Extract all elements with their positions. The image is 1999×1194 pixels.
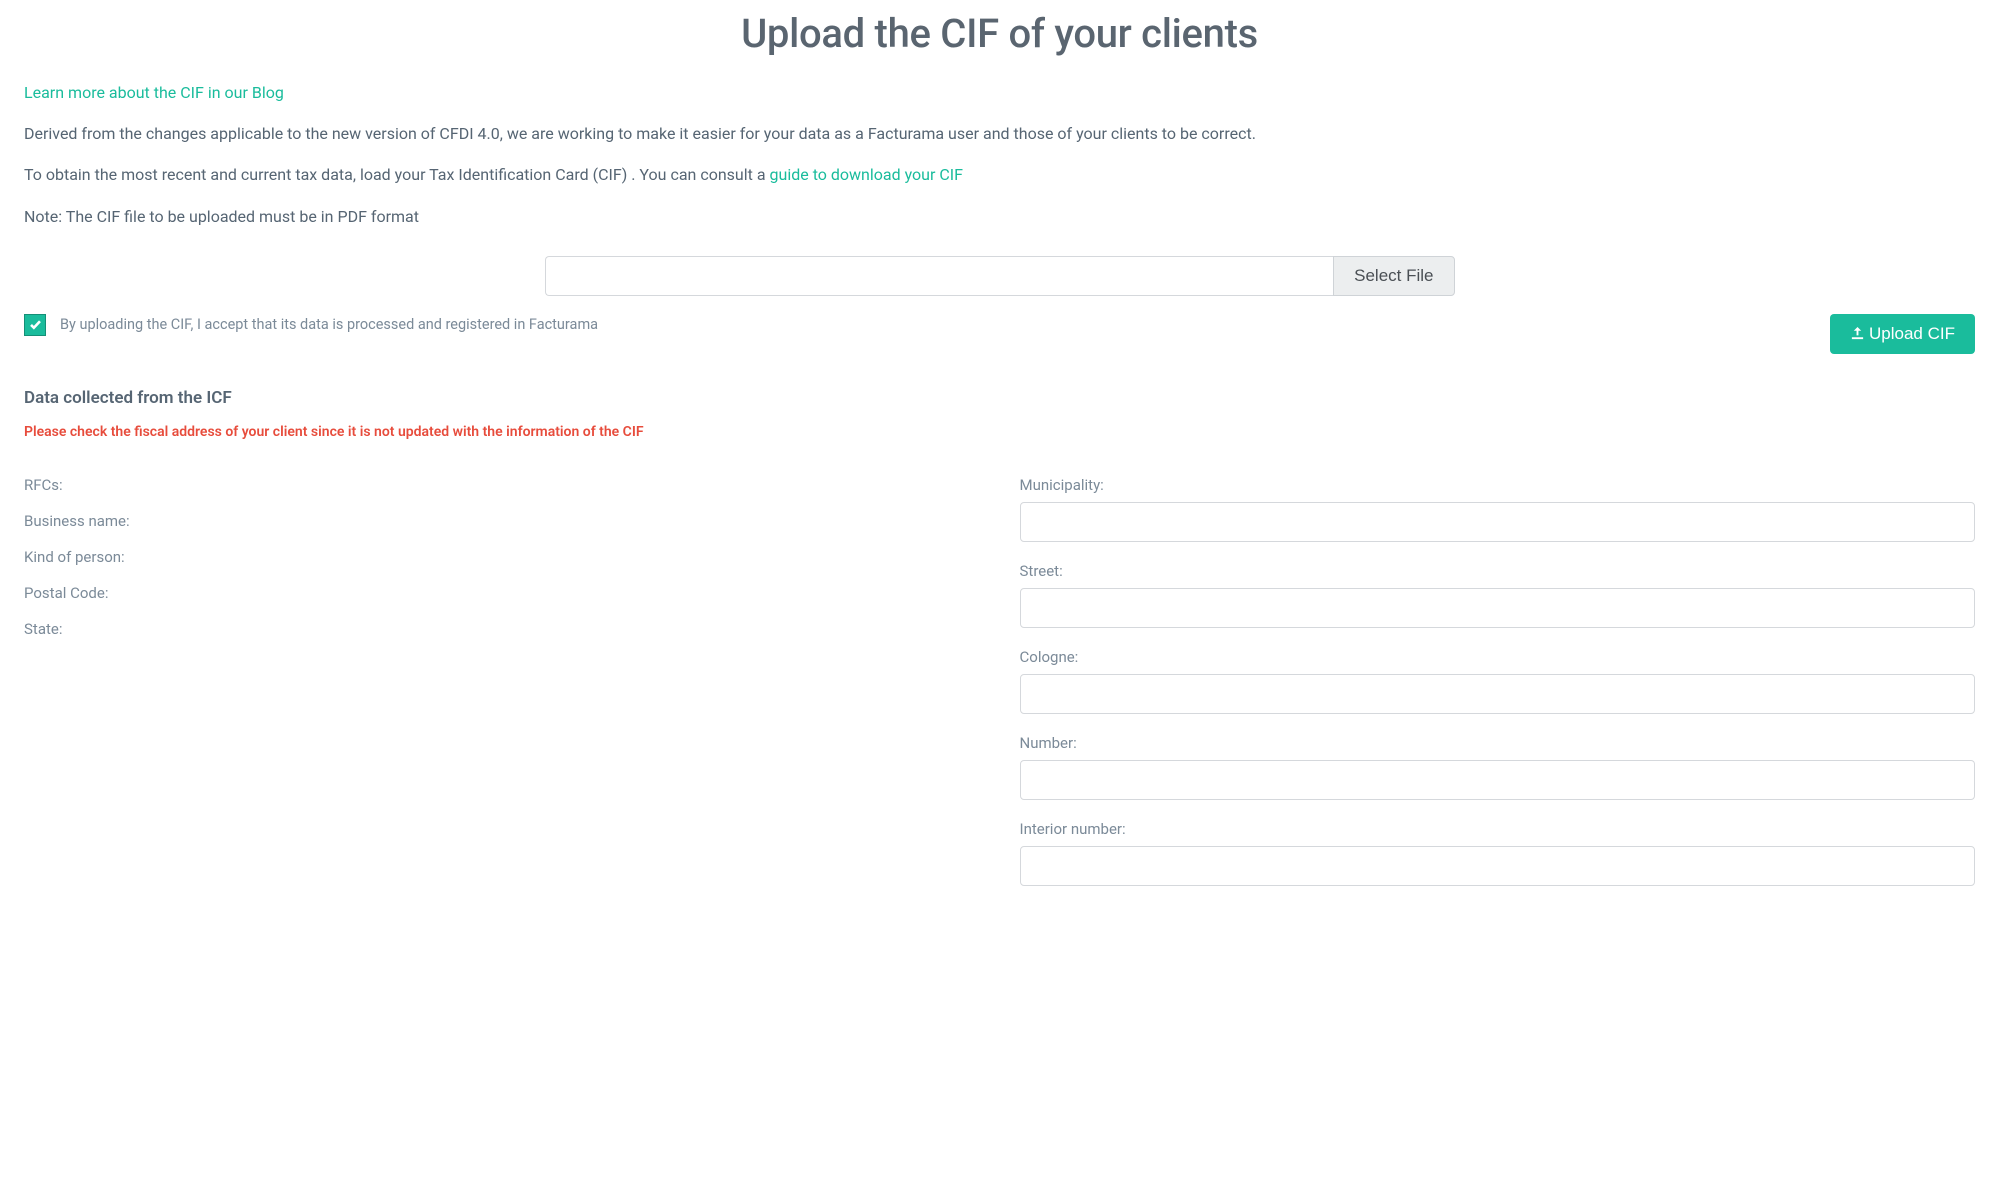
kind-of-person-label: Kind of person: xyxy=(24,548,980,566)
data-columns: RFCs: Business name: Kind of person: Pos… xyxy=(24,476,1975,906)
municipality-label: Municipality: xyxy=(1020,476,1976,494)
page-title: Upload the CIF of your clients xyxy=(24,10,1975,57)
intro-block: Learn more about the CIF in our Blog Der… xyxy=(24,81,1975,228)
state-label: State: xyxy=(24,620,980,638)
accept-upload-row: By uploading the CIF, I accept that its … xyxy=(24,314,1975,354)
intro-paragraph-2: To obtain the most recent and current ta… xyxy=(24,163,1975,186)
check-icon xyxy=(29,318,42,331)
accept-wrap: By uploading the CIF, I accept that its … xyxy=(24,314,598,336)
street-input[interactable] xyxy=(1020,588,1976,628)
cologne-field: Cologne: xyxy=(1020,648,1976,714)
file-input-group: Select File xyxy=(545,256,1455,296)
cologne-label: Cologne: xyxy=(1020,648,1976,666)
postal-code-label: Postal Code: xyxy=(24,584,980,602)
accept-text: By uploading the CIF, I accept that its … xyxy=(60,316,598,333)
address-fields-column: Municipality: Street: Cologne: Number: I… xyxy=(1020,476,1976,906)
file-selector-row: Select File xyxy=(24,256,1975,296)
data-collected-title: Data collected from the ICF xyxy=(24,388,1975,408)
number-field: Number: xyxy=(1020,734,1976,800)
street-field: Street: xyxy=(1020,562,1976,628)
number-input[interactable] xyxy=(1020,760,1976,800)
intro-paragraph-1: Derived from the changes applicable to t… xyxy=(24,122,1975,145)
intro-p2-prefix: To obtain the most recent and current ta… xyxy=(24,165,770,184)
business-name-label: Business name: xyxy=(24,512,980,530)
municipality-input[interactable] xyxy=(1020,502,1976,542)
number-label: Number: xyxy=(1020,734,1976,752)
upload-cif-button[interactable]: Upload CIF xyxy=(1830,314,1975,354)
guide-link[interactable]: guide to download your CIF xyxy=(770,165,963,184)
select-file-button[interactable]: Select File xyxy=(1333,256,1454,296)
blog-link[interactable]: Learn more about the CIF in our Blog xyxy=(24,83,284,102)
file-path-input[interactable] xyxy=(545,256,1334,296)
fiscal-address-warning: Please check the fiscal address of your … xyxy=(24,424,1975,440)
cologne-input[interactable] xyxy=(1020,674,1976,714)
street-label: Street: xyxy=(1020,562,1976,580)
intro-note: Note: The CIF file to be uploaded must b… xyxy=(24,205,1975,228)
interior-number-field: Interior number: xyxy=(1020,820,1976,886)
upload-button-label: Upload CIF xyxy=(1869,324,1955,344)
municipality-field: Municipality: xyxy=(1020,476,1976,542)
upload-icon xyxy=(1850,326,1865,341)
interior-number-input[interactable] xyxy=(1020,846,1976,886)
rfc-label: RFCs: xyxy=(24,476,980,494)
interior-number-label: Interior number: xyxy=(1020,820,1976,838)
accept-checkbox[interactable] xyxy=(24,314,46,336)
readonly-fields-column: RFCs: Business name: Kind of person: Pos… xyxy=(24,476,980,906)
